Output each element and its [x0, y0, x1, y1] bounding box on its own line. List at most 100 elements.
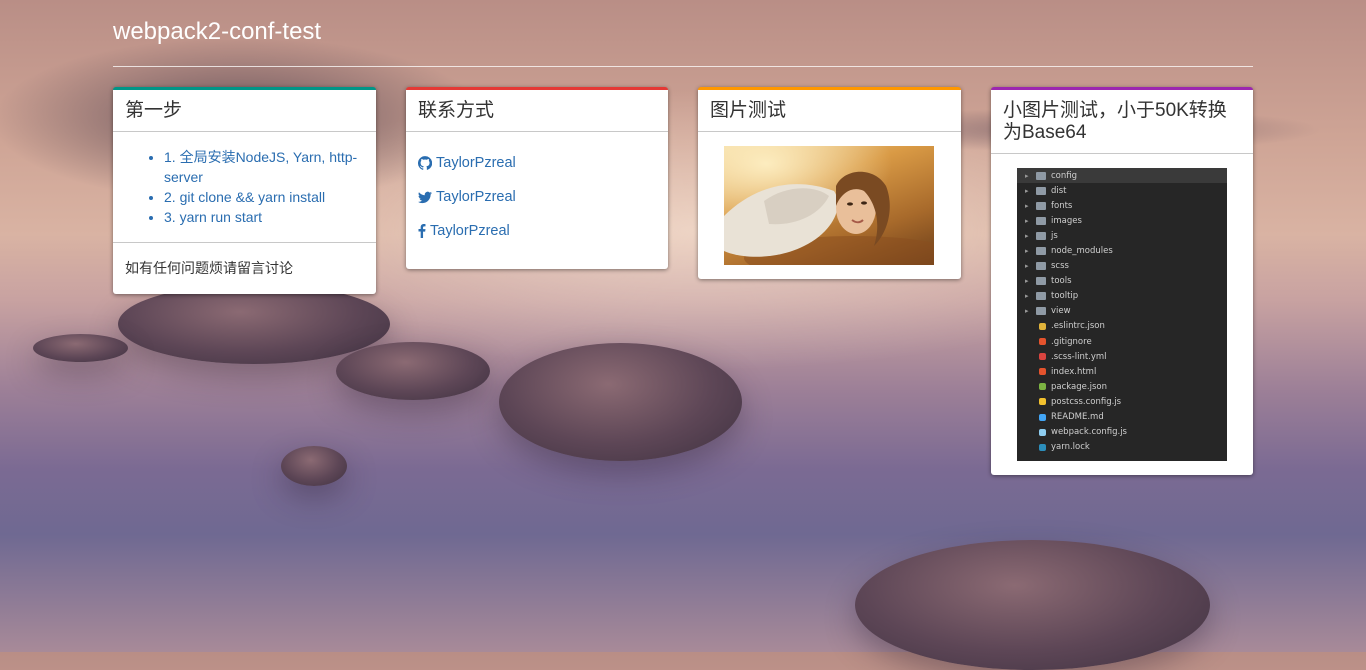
facebook-link[interactable]: TaylorPzreal — [418, 221, 656, 241]
file-icon — [1039, 443, 1046, 451]
github-link[interactable]: TaylorPzreal — [418, 153, 656, 173]
site-header: webpack2-conf-test — [113, 0, 1253, 67]
file-icon — [1039, 353, 1046, 361]
file-name: tooltip — [1051, 291, 1079, 302]
card-contact: 联系方式 TaylorPzreal TaylorPzreal TaylorPzr… — [406, 87, 668, 269]
file-tree-row: README.md — [1017, 410, 1227, 425]
contact-label: TaylorPzreal — [436, 189, 516, 205]
file-icon — [1039, 428, 1046, 436]
card-image-test: 图片测试 — [698, 87, 961, 279]
rock — [33, 334, 128, 362]
file-name: README.md — [1051, 412, 1104, 423]
file-tree-row: .eslintrc.json — [1017, 319, 1227, 334]
twitter-link[interactable]: TaylorPzreal — [418, 187, 656, 207]
file-tree-row: ▸ config — [1017, 168, 1227, 184]
file-name: config — [1051, 170, 1078, 181]
file-tree-row: ▸ images — [1017, 213, 1227, 228]
file-name: scss — [1051, 261, 1069, 272]
facebook-icon — [418, 224, 426, 238]
file-tree-row: ▸ view — [1017, 304, 1227, 319]
list-item: 3. yarn run start — [164, 207, 364, 227]
card-title: 联系方式 — [418, 100, 495, 121]
file-tree-row: ▸ tooltip — [1017, 289, 1227, 304]
step-link[interactable]: 3. yarn run start — [164, 209, 262, 225]
file-icon — [1039, 383, 1046, 391]
contact-links: TaylorPzreal TaylorPzreal TaylorPzreal — [406, 132, 668, 269]
chevron-right-icon: ▸ — [1025, 247, 1029, 256]
folder-icon — [1036, 171, 1046, 180]
file-name: webpack.config.js — [1051, 427, 1127, 438]
file-tree-row: yarn.lock — [1017, 440, 1227, 455]
file-name: dist — [1051, 185, 1067, 196]
folder-icon — [1036, 201, 1046, 210]
card-title: 图片测试 — [710, 100, 787, 121]
file-tree-row: ▸ scss — [1017, 259, 1227, 274]
step-link[interactable]: 1. 全局安装NodeJS, Yarn, http-server — [164, 149, 357, 185]
rock — [336, 342, 490, 400]
card-footer: 如有任何问题烦请留言讨论 — [125, 260, 293, 276]
card-small-image-test: 小图片测试，小于50K转换为Base64 ▸ config ▸ dist ▸ fonts ▸… — [991, 87, 1253, 475]
file-name: .gitignore — [1051, 336, 1092, 347]
file-name: tools — [1051, 276, 1072, 287]
file-name: yarn.lock — [1051, 442, 1090, 453]
file-tree-row: postcss.config.js — [1017, 394, 1227, 409]
file-name: fonts — [1051, 200, 1073, 211]
github-icon — [418, 156, 432, 170]
contact-label: TaylorPzreal — [430, 223, 510, 239]
rock — [499, 343, 742, 461]
chevron-right-icon: ▸ — [1025, 186, 1029, 195]
file-tree-row: ▸ fonts — [1017, 198, 1227, 213]
file-tree-row: webpack.config.js — [1017, 425, 1227, 440]
file-tree-row: ▸ js — [1017, 228, 1227, 243]
chevron-right-icon: ▸ — [1025, 216, 1029, 225]
folder-icon — [1036, 292, 1046, 301]
file-name: .eslintrc.json — [1051, 321, 1105, 332]
chevron-right-icon: ▸ — [1025, 262, 1029, 271]
step-link[interactable]: 2. git clone && yarn install — [164, 189, 325, 205]
chevron-right-icon: ▸ — [1025, 307, 1029, 316]
image-container — [698, 132, 961, 279]
file-icon — [1039, 413, 1046, 421]
folder-icon — [1036, 307, 1046, 316]
file-icon — [1039, 322, 1046, 330]
card-first-steps: 第一步 1. 全局安装NodeJS, Yarn, http-server 2. … — [113, 87, 376, 294]
file-name: images — [1051, 215, 1082, 226]
chevron-right-icon: ▸ — [1025, 171, 1029, 180]
list-item: 1. 全局安装NodeJS, Yarn, http-server — [164, 147, 364, 187]
rock — [118, 284, 390, 364]
file-tree-row: ▸ node_modules — [1017, 243, 1227, 258]
folder-icon — [1036, 216, 1046, 225]
rock — [281, 446, 347, 486]
file-tree-screenshot: ▸ config ▸ dist ▸ fonts ▸ images ▸ js ▸ node_module… — [1017, 168, 1227, 461]
card-title: 小图片测试，小于50K转换为Base64 — [1003, 100, 1227, 143]
file-name: .scss-lint.yml — [1051, 351, 1107, 362]
file-tree-row: index.html — [1017, 364, 1227, 379]
file-tree-row: ▸ dist — [1017, 183, 1227, 198]
file-name: index.html — [1051, 366, 1097, 377]
file-icon — [1039, 368, 1046, 376]
chevron-right-icon: ▸ — [1025, 292, 1029, 301]
file-tree-row: ▸ tools — [1017, 274, 1227, 289]
chevron-right-icon: ▸ — [1025, 231, 1029, 240]
file-name: package.json — [1051, 381, 1107, 392]
file-name: js — [1051, 230, 1058, 241]
file-tree-row: .scss-lint.yml — [1017, 349, 1227, 364]
card-title: 第一步 — [125, 100, 183, 121]
twitter-icon — [418, 190, 432, 204]
file-tree-row: .gitignore — [1017, 334, 1227, 349]
rock — [855, 540, 1210, 670]
file-name: view — [1051, 306, 1071, 317]
chevron-right-icon: ▸ — [1025, 201, 1029, 210]
steps-list: 1. 全局安装NodeJS, Yarn, http-server 2. git … — [113, 132, 376, 242]
image-container: ▸ config ▸ dist ▸ fonts ▸ images ▸ js ▸ node_module… — [991, 154, 1253, 475]
file-tree-row: package.json — [1017, 379, 1227, 394]
file-icon — [1039, 338, 1046, 346]
file-name: postcss.config.js — [1051, 396, 1122, 407]
portrait-photo — [724, 146, 934, 265]
folder-icon — [1036, 262, 1046, 271]
list-item: 2. git clone && yarn install — [164, 187, 364, 207]
folder-icon — [1036, 247, 1046, 256]
file-name: node_modules — [1051, 246, 1113, 257]
folder-icon — [1036, 277, 1046, 286]
chevron-right-icon: ▸ — [1025, 277, 1029, 286]
